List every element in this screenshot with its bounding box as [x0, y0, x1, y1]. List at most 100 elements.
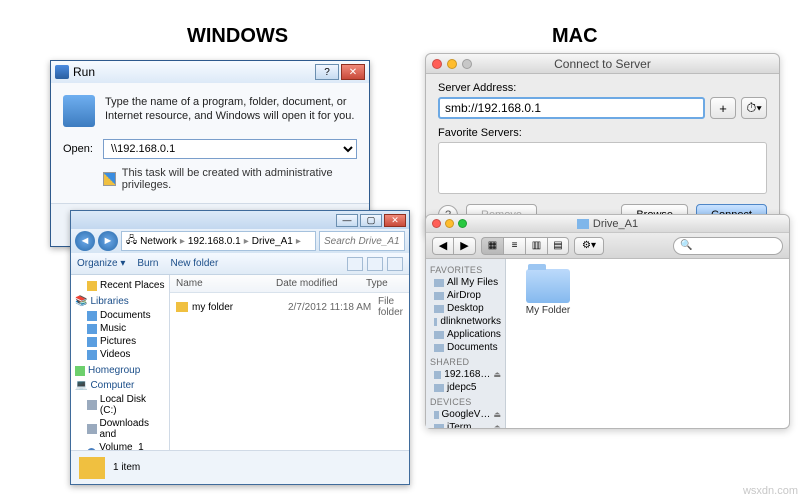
favorite-servers-label: Favorite Servers: — [438, 127, 767, 139]
finder-toolbar: ◀ ▶ ▦ ≡ ▥ ▤ ⚙▾ 🔍 — [426, 233, 789, 259]
maximize-button[interactable]: ▢ — [360, 214, 382, 227]
run-titlebar[interactable]: Run ? ✕ — [51, 61, 369, 83]
network-icon: 🖧 — [126, 233, 137, 250]
search-input[interactable]: 🔍 — [673, 237, 783, 255]
sidebar-item-volume1[interactable]: Volume_1 (\\win — [73, 441, 167, 450]
folder-label: My Folder — [526, 305, 570, 316]
preview-icon[interactable] — [367, 257, 383, 271]
sidebar-item-documents[interactable]: Documents — [73, 309, 167, 322]
run-icon-small — [55, 65, 69, 79]
minimize-button[interactable]: — — [336, 214, 358, 227]
run-title: Run — [73, 65, 95, 79]
folder-icon — [577, 219, 589, 229]
sidebar-item-localdisk[interactable]: Local Disk (C:) — [73, 393, 167, 417]
folder-item[interactable]: My Folder — [516, 269, 580, 316]
finder-sidebar: FAVORITES All My Files AirDrop Desktop d… — [426, 259, 506, 428]
sidebar-header-shared: SHARED — [430, 357, 501, 367]
server-address-label: Server Address: — [438, 82, 767, 94]
folder-icon-large — [79, 457, 105, 479]
open-combobox[interactable]: \\192.168.0.1 — [103, 139, 357, 159]
eject-icon[interactable]: ⏏ — [493, 370, 501, 379]
history-button[interactable]: ⏱▾ — [741, 97, 767, 119]
mac-connect-dialog: Connect to Server Server Address: + ⏱▾ F… — [425, 53, 780, 237]
explorer-titlebar[interactable]: — ▢ ✕ — [71, 211, 409, 229]
sidebar-item-downloads[interactable]: Downloads and — [73, 417, 167, 441]
col-date[interactable]: Date modified — [276, 278, 366, 289]
icon-view-button[interactable]: ▦ — [481, 237, 503, 255]
shield-icon — [103, 172, 116, 186]
sidebar-item-applications[interactable]: Applications — [430, 328, 501, 341]
help-icon[interactable] — [387, 257, 403, 271]
sidebar-item-music[interactable]: Music — [73, 322, 167, 335]
status-text: 1 item — [113, 462, 140, 473]
mac-finder: Drive_A1 ◀ ▶ ▦ ≡ ▥ ▤ ⚙▾ 🔍 FAVORITES All … — [425, 214, 790, 429]
heading-windows: WINDOWS — [187, 25, 288, 48]
search-input[interactable] — [319, 231, 405, 251]
watermark: wsxdn.com — [743, 485, 798, 497]
sidebar-item-documents[interactable]: Documents — [430, 341, 501, 354]
explorer-sidebar: Recent Places 📚 Libraries Documents Musi… — [71, 275, 170, 450]
sidebar-group-computer[interactable]: 💻 Computer — [75, 380, 165, 391]
organize-menu[interactable]: Organize ▾ — [77, 258, 125, 269]
sidebar-header-devices: DEVICES — [430, 397, 501, 407]
col-name[interactable]: Name — [176, 278, 276, 289]
close-light[interactable] — [432, 219, 441, 228]
col-type[interactable]: Type — [366, 278, 403, 289]
sidebar-item-recent[interactable]: Recent Places — [73, 279, 167, 292]
table-row[interactable]: my folder 2/7/2012 11:18 AM File folder — [176, 296, 403, 318]
view-icon[interactable] — [347, 257, 363, 271]
burn-button[interactable]: Burn — [137, 258, 158, 269]
windows-explorer: — ▢ ✕ ◄ ► 🖧 Network▸ 192.168.0.1▸ Drive_… — [70, 210, 410, 485]
connect-titlebar[interactable]: Connect to Server — [426, 54, 779, 74]
column-view-button[interactable]: ▥ — [525, 237, 547, 255]
forward-button[interactable]: ► — [98, 231, 118, 251]
sidebar-item-iterm[interactable]: iTerm⏏ — [430, 421, 501, 428]
eject-icon[interactable]: ⏏ — [493, 423, 501, 428]
connect-title: Connect to Server — [554, 57, 651, 71]
eject-icon[interactable]: ⏏ — [493, 410, 501, 419]
forward-button[interactable]: ▶ — [454, 237, 476, 255]
add-server-button[interactable]: + — [710, 97, 736, 119]
new-folder-button[interactable]: New folder — [171, 258, 219, 269]
action-menu[interactable]: ⚙▾ — [574, 237, 604, 255]
close-button[interactable]: ✕ — [341, 64, 365, 80]
zoom-light[interactable] — [462, 59, 472, 69]
folder-icon — [526, 269, 570, 303]
server-address-input[interactable] — [438, 97, 705, 119]
sidebar-header-favorites: FAVORITES — [430, 265, 501, 275]
folder-icon — [176, 302, 188, 312]
finder-content[interactable]: My Folder — [506, 259, 789, 428]
back-button[interactable]: ◄ — [75, 231, 95, 251]
run-icon — [63, 95, 95, 127]
minimize-light[interactable] — [447, 59, 457, 69]
help-button[interactable]: ? — [315, 64, 339, 80]
breadcrumb[interactable]: 🖧 Network▸ 192.168.0.1▸ Drive_A1▸ — [121, 231, 316, 251]
sidebar-item-desktop[interactable]: Desktop — [430, 302, 501, 315]
sidebar-group-libraries[interactable]: 📚 Libraries — [75, 296, 165, 307]
open-label: Open: — [63, 143, 97, 155]
sidebar-item-192168[interactable]: 192.168…⏏ — [430, 368, 501, 381]
list-view-button[interactable]: ≡ — [503, 237, 525, 255]
favorite-servers-list[interactable] — [438, 142, 767, 194]
back-button[interactable]: ◀ — [432, 237, 454, 255]
sidebar-item-googlev[interactable]: GoogleV…⏏ — [430, 408, 501, 421]
sidebar-item-dlink[interactable]: dlinknetworks — [430, 315, 501, 328]
sidebar-item-jdepc5[interactable]: jdepc5 — [430, 381, 501, 394]
sidebar-item-airdrop[interactable]: AirDrop — [430, 289, 501, 302]
finder-titlebar[interactable]: Drive_A1 — [426, 215, 789, 233]
run-description: Type the name of a program, folder, docu… — [105, 95, 357, 127]
sidebar-item-videos[interactable]: Videos — [73, 348, 167, 361]
sidebar-item-allfiles[interactable]: All My Files — [430, 276, 501, 289]
sidebar-group-homegroup[interactable]: Homegroup — [75, 365, 165, 376]
zoom-light[interactable] — [458, 219, 467, 228]
close-button[interactable]: ✕ — [384, 214, 406, 227]
finder-title: Drive_A1 — [593, 218, 638, 230]
sidebar-item-pictures[interactable]: Pictures — [73, 335, 167, 348]
close-light[interactable] — [432, 59, 442, 69]
explorer-toolbar: Organize ▾ Burn New folder — [71, 253, 409, 275]
coverflow-view-button[interactable]: ▤ — [547, 237, 569, 255]
status-bar: 1 item — [71, 450, 409, 484]
minimize-light[interactable] — [445, 219, 454, 228]
admin-message: This task will be created with administr… — [122, 167, 357, 191]
heading-mac: MAC — [552, 25, 598, 48]
